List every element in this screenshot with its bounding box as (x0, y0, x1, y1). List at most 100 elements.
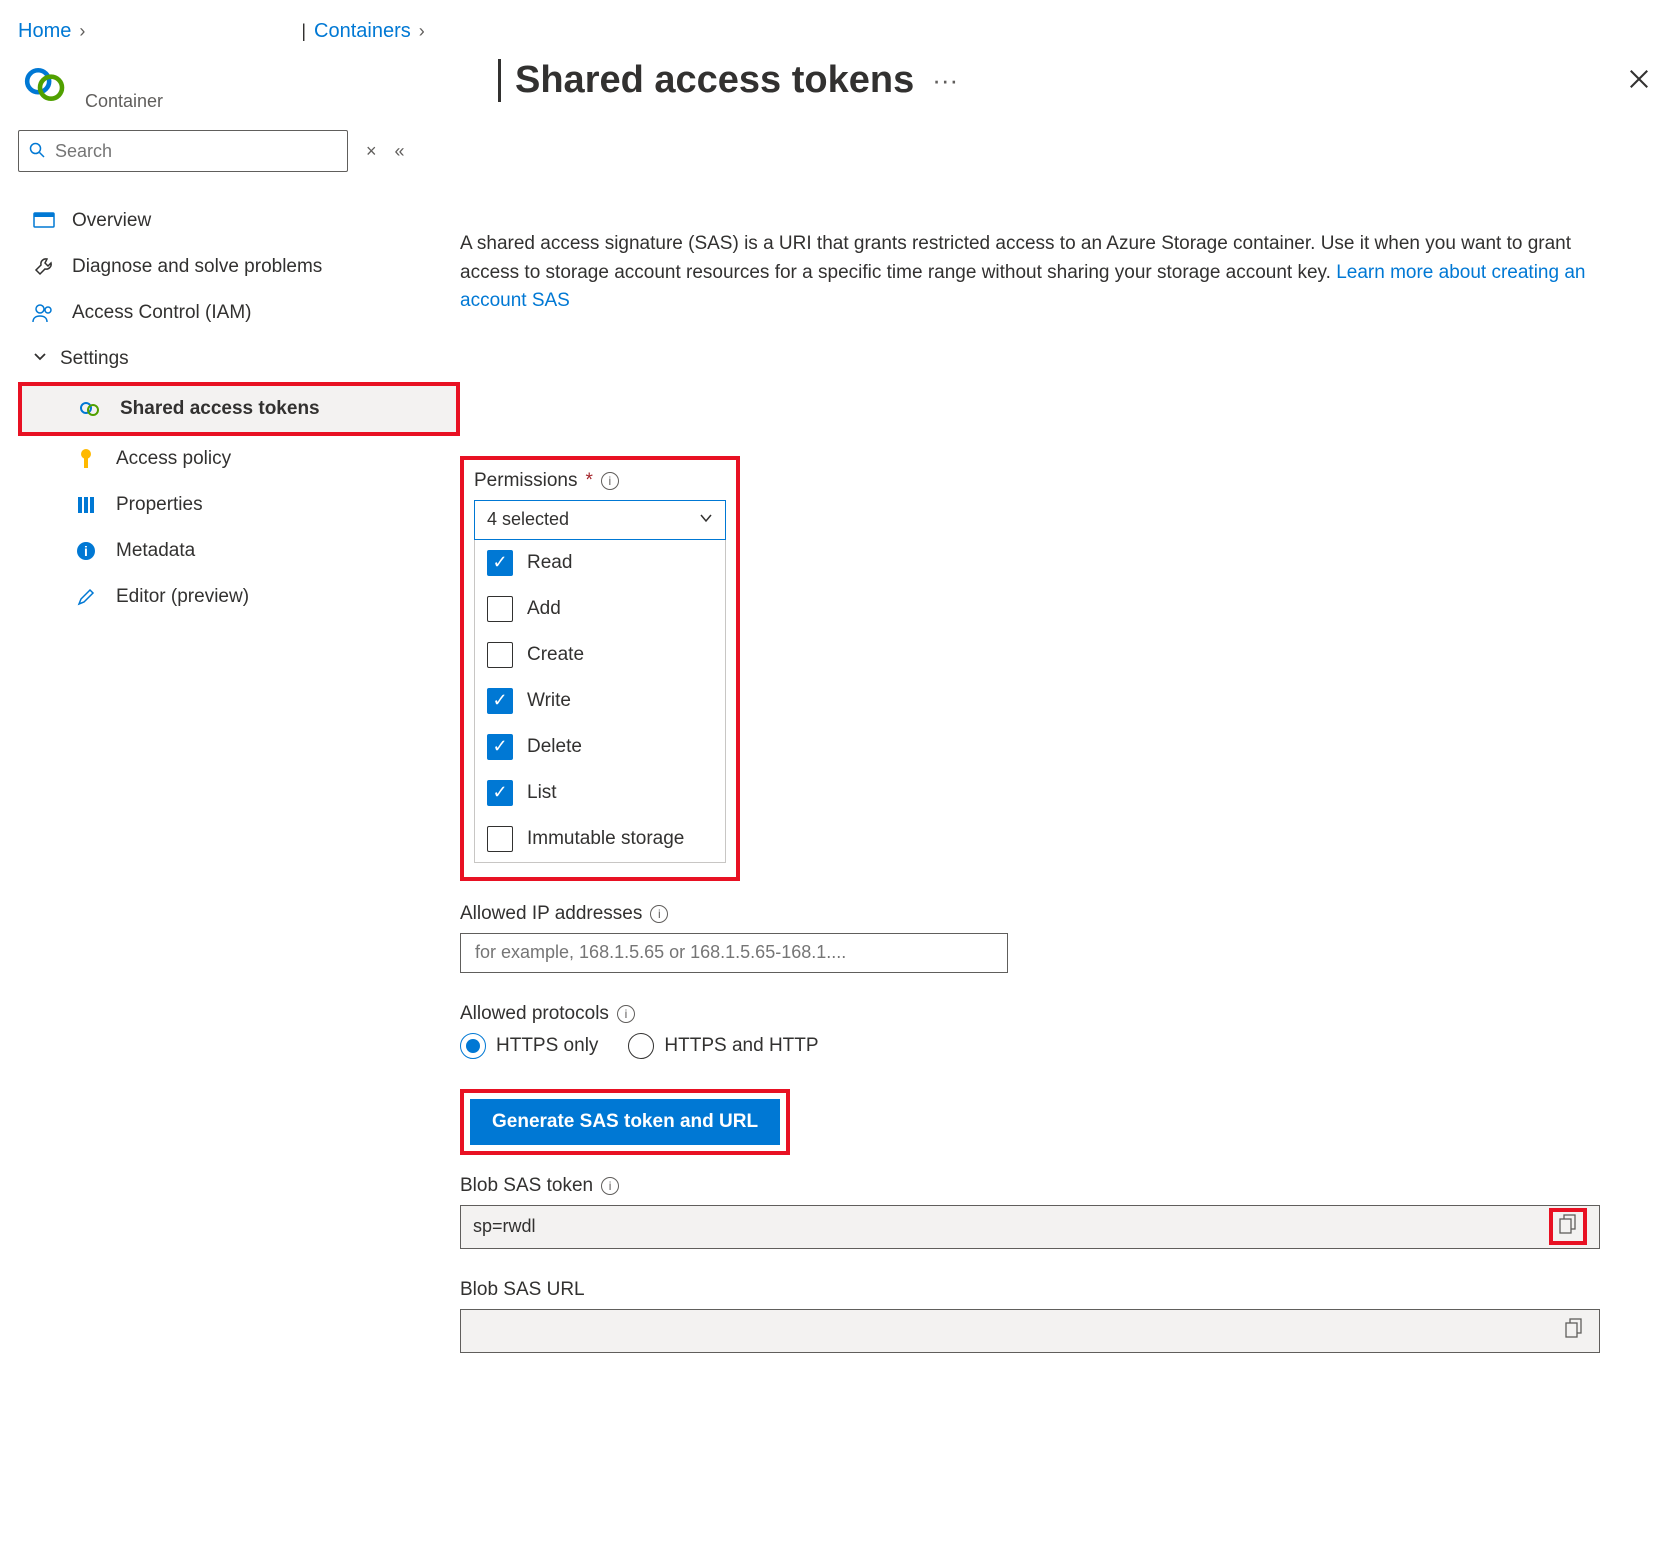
info-icon[interactable]: i (601, 472, 619, 490)
nav-overview[interactable]: Overview (18, 198, 460, 244)
checkbox[interactable] (487, 642, 513, 668)
expiry-date-input[interactable] (750, 767, 1010, 807)
checkbox[interactable] (487, 734, 513, 760)
permission-option-create[interactable]: Create (475, 632, 725, 678)
start-time-value: 9:43:29 PM (1033, 660, 1125, 681)
chevron-right-icon: › (419, 21, 425, 42)
required-star: * (585, 470, 592, 492)
search-input[interactable] (53, 140, 337, 163)
info-icon[interactable]: i (650, 905, 668, 923)
sas-url-label: Blob SAS URL (460, 1279, 585, 1301)
generate-sas-button[interactable]: Generate SAS token and URL (470, 1099, 780, 1145)
nav-label: Overview (72, 210, 151, 232)
nav-label: Shared access tokens (120, 398, 320, 420)
permissions-dropdown: Read Add Create Write Delete List Immuta… (474, 540, 726, 863)
search-box[interactable] (18, 130, 348, 172)
permission-option-read[interactable]: Read (475, 540, 725, 586)
wrench-icon (32, 256, 56, 278)
highlight-box: Shared access tokens (18, 382, 460, 436)
nav-access-policy[interactable]: Access policy (18, 436, 460, 482)
nav-settings-group[interactable]: Settings (18, 336, 460, 382)
option-label: Delete (527, 736, 582, 758)
expiry-time-input[interactable]: 5:43:29 AM (1020, 767, 1600, 807)
nav-label: Diagnose and solve problems (72, 256, 322, 278)
info-icon[interactable]: i (617, 1005, 635, 1023)
more-actions-button[interactable]: ··· (932, 65, 958, 96)
sas-token-label: Blob SAS token (460, 1175, 593, 1197)
nav-label: Properties (116, 494, 203, 516)
sas-token-value: sp=rwdl (473, 1216, 1549, 1237)
calendar-icon (979, 775, 997, 798)
svg-text:i: i (84, 543, 88, 559)
nav-label: Settings (60, 348, 129, 370)
permissions-label: Permissions (474, 470, 577, 492)
allowed-protocols-label: Allowed protocols (460, 1003, 609, 1025)
pipe-icon: | (301, 21, 306, 42)
option-label: Create (527, 644, 584, 666)
permissions-section: Permissions * i 4 selected Read Add Crea… (460, 456, 740, 881)
header-subtitle: Container (85, 91, 163, 112)
ip-text-input[interactable] (473, 941, 995, 964)
checkbox[interactable] (487, 780, 513, 806)
sidebar: × « Overview Diagnose and solve problems… (0, 112, 460, 1393)
nav-diagnose[interactable]: Diagnose and solve problems (18, 244, 460, 290)
chevron-down-icon (1573, 708, 1587, 729)
permission-option-immutable[interactable]: Immutable storage (475, 816, 725, 862)
overview-icon (32, 212, 56, 230)
permissions-summary: 4 selected (487, 509, 569, 530)
radio-label: HTTPS and HTTP (664, 1035, 818, 1057)
timezone-value: (US & Canada) (763, 824, 885, 845)
chevron-down-icon (32, 348, 48, 370)
page-title: Shared access tokens (498, 59, 914, 102)
info-icon[interactable]: i (750, 588, 768, 606)
copy-button[interactable] (1555, 1214, 1581, 1242)
link-icon (78, 401, 102, 417)
key-icon (74, 448, 98, 470)
option-label: Immutable storage (527, 828, 684, 850)
nav-label: Metadata (116, 540, 195, 562)
chevron-down-icon (699, 509, 713, 530)
copy-button[interactable] (1561, 1314, 1587, 1347)
permission-option-add[interactable]: Add (475, 586, 725, 632)
permission-option-delete[interactable]: Delete (475, 724, 725, 770)
info-icon[interactable]: i (601, 1177, 619, 1195)
info-icon: i (74, 541, 98, 561)
radio-https-only[interactable] (460, 1033, 486, 1059)
nav-properties[interactable]: Properties (18, 482, 460, 528)
copy-button-highlight (1549, 1208, 1587, 1245)
start-timezone-select[interactable]: (US & Canada) (750, 699, 1600, 739)
clear-search-icon[interactable]: × (366, 141, 377, 162)
collapse-sidebar-icon[interactable]: « (395, 141, 405, 162)
allowed-ip-input[interactable] (460, 933, 1008, 973)
permission-option-write[interactable]: Write (475, 678, 725, 724)
radio-label: HTTPS only (496, 1035, 598, 1057)
nav-metadata[interactable]: i Metadata (18, 528, 460, 574)
nav-shared-access-tokens[interactable]: Shared access tokens (22, 386, 456, 432)
expiry-timezone-select[interactable]: (US & Canada) (750, 815, 1600, 855)
checkbox[interactable] (487, 596, 513, 622)
main-content: A shared access signature (SAS) is a URI… (460, 112, 1640, 1393)
intro-text: A shared access signature (SAS) is a URI… (460, 230, 1612, 316)
page-header: Container Shared access tokens ··· (0, 43, 1676, 112)
nav-label: Access Control (IAM) (72, 302, 251, 324)
nav-label: Editor (preview) (116, 586, 249, 608)
sas-token-field: sp=rwdl (460, 1205, 1600, 1249)
breadcrumb-containers[interactable]: Containers (314, 20, 411, 43)
permissions-select[interactable]: 4 selected (474, 500, 726, 540)
checkbox[interactable] (487, 826, 513, 852)
breadcrumb-home[interactable]: Home (18, 20, 71, 43)
expiry-time-value: 5:43:29 AM (1033, 776, 1124, 797)
nav-iam[interactable]: Access Control (IAM) (18, 290, 460, 336)
allowed-ip-label: Allowed IP addresses (460, 903, 642, 925)
radio-https-and-http[interactable] (628, 1033, 654, 1059)
chevron-right-icon: › (79, 21, 85, 42)
close-button[interactable] (1620, 60, 1658, 101)
checkbox[interactable] (487, 688, 513, 714)
start-time-input[interactable]: 9:43:29 PM (1020, 651, 1600, 691)
nav-editor[interactable]: Editor (preview) (18, 574, 460, 620)
checkbox[interactable] (487, 550, 513, 576)
start-date-input[interactable] (750, 651, 1010, 691)
people-icon (32, 303, 56, 323)
search-icon (29, 142, 45, 161)
permission-option-list[interactable]: List (475, 770, 725, 816)
